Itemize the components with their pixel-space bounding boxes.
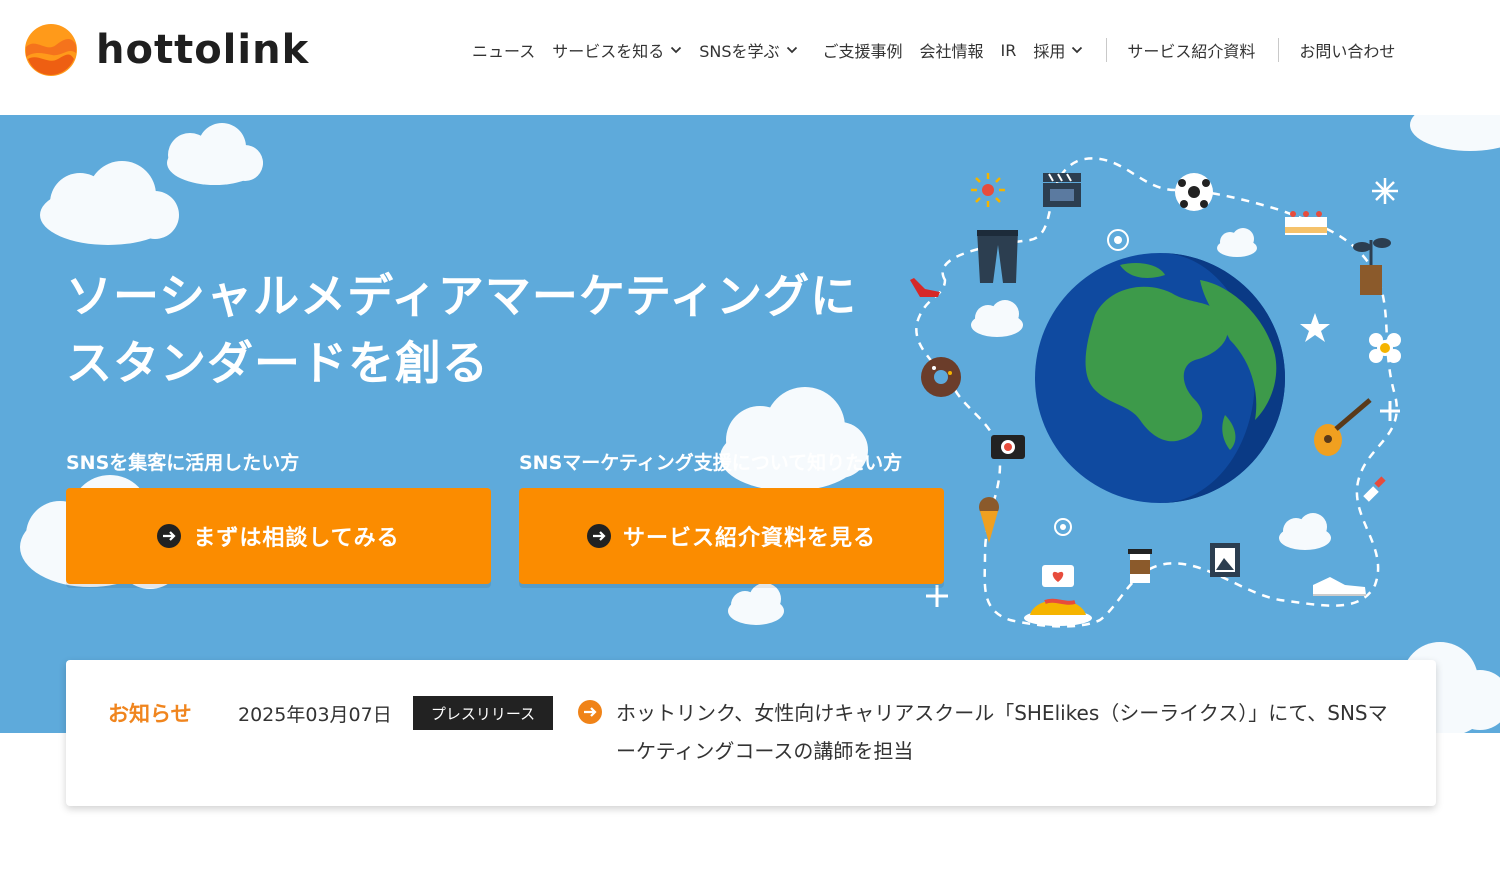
nav-item-label: SNSを学ぶ	[699, 42, 780, 61]
chevron-down-icon	[671, 46, 682, 54]
chevron-down-icon	[1072, 46, 1083, 54]
service-document-button-label: サービス紹介資料を見る	[622, 526, 876, 551]
flower-icon	[1369, 333, 1401, 363]
nav-item-label: ニュース	[472, 42, 536, 61]
sun-icon	[971, 173, 1005, 207]
cloud-icon	[971, 300, 1023, 337]
hero-illustration	[20, 115, 1500, 733]
nav-item-case-studies[interactable]: ご支援事例	[823, 38, 903, 62]
nav-item-label: サービスを知る	[552, 42, 665, 61]
nav-item-label: IR	[1000, 40, 1017, 60]
target-icon	[1107, 229, 1129, 251]
cloud-icon	[167, 123, 263, 185]
nav-divider	[1106, 38, 1108, 62]
news-date: 2025年03月07日	[238, 704, 392, 726]
cloud-icon	[20, 115, 1500, 733]
nav-divider	[1278, 38, 1280, 62]
cloud-icon	[728, 583, 784, 625]
clapperboard-icon	[1043, 173, 1081, 207]
main-nav: ニュース サービスを知る SNSを学ぶ ご支援事例 会社情報 IR 採用 サービ…	[472, 36, 1395, 64]
arrow-right-circle-icon	[157, 524, 182, 548]
cloud-icon	[1217, 228, 1257, 257]
donut-icon	[921, 357, 961, 397]
cloud-icon	[40, 161, 179, 245]
heart-bubble-icon	[1042, 565, 1074, 587]
plus-icon	[926, 585, 948, 607]
sneaker-icon	[1313, 577, 1366, 596]
nav-item-label: お問い合わせ	[1299, 42, 1396, 61]
guitar-icon	[1314, 398, 1372, 456]
nav-item-label: 採用	[1033, 42, 1066, 61]
nav-item-label: サービス紹介資料	[1127, 42, 1256, 61]
hero-title-line: ソーシャルメディアマーケティングに	[66, 269, 858, 323]
high-heel-icon	[910, 278, 940, 297]
cloud-icon	[1410, 115, 1500, 151]
nav-contact-link[interactable]: お問い合わせ	[1299, 38, 1395, 62]
hero-section: ソーシャルメディアマーケティングに スタンダードを創る SNSを集客に活用したい…	[0, 115, 1500, 733]
snowflake-icon	[1372, 178, 1398, 204]
nav-item-learn-sns[interactable]: SNSを学ぶ	[699, 38, 797, 62]
ice-cream-icon	[979, 497, 999, 543]
hero-title: ソーシャルメディアマーケティングに スタンダードを創る	[66, 263, 857, 397]
cloud-icon	[720, 387, 868, 491]
chevron-down-icon	[786, 46, 797, 54]
cake-icon	[1285, 211, 1327, 235]
service-document-button[interactable]: サービス紹介資料を見る	[519, 488, 944, 584]
plant-icon	[1353, 238, 1391, 295]
nav-item-news[interactable]: ニュース	[472, 38, 535, 62]
nav-item-recruit[interactable]: 採用	[1033, 38, 1083, 62]
consult-button[interactable]: まずは相談してみる	[66, 488, 491, 584]
pants-icon	[977, 230, 1018, 283]
nav-item-ir[interactable]: IR	[1001, 41, 1017, 60]
globe-icon	[1035, 253, 1285, 503]
arrow-right-circle-icon	[586, 524, 611, 548]
nav-item-services[interactable]: サービスを知る	[552, 38, 682, 62]
arrow-right-circle-icon	[578, 700, 602, 724]
nav-document-link[interactable]: サービス紹介資料	[1127, 38, 1255, 62]
cta-label-document: SNSマーケティング支援について知りたい方	[519, 452, 903, 474]
logo[interactable]: hottolink	[24, 22, 309, 78]
lipstick-icon	[1363, 476, 1386, 502]
camera-icon	[991, 435, 1025, 459]
news-card[interactable]: お知らせ 2025年03月07日 プレスリリース ホットリンク、女性向けキャリア…	[66, 660, 1436, 806]
hero-title-line: スタンダードを創る	[66, 336, 489, 390]
nav-item-label: ご支援事例	[822, 42, 903, 61]
logo-text: hottolink	[96, 27, 310, 73]
picture-frame-icon	[1210, 543, 1240, 577]
consult-button-label: まずは相談してみる	[193, 526, 400, 551]
nav-item-company[interactable]: 会社情報	[920, 38, 984, 62]
news-label: お知らせ	[108, 702, 192, 726]
coffee-cup-icon	[1128, 549, 1152, 583]
news-headline-link[interactable]: ホットリンク、女性向けキャリアスクール「SHElikes（シーライクス）」にて、…	[616, 694, 1406, 770]
cta-label-consult: SNSを集客に活用したい方	[66, 452, 300, 474]
nav-item-label: 会社情報	[919, 42, 984, 61]
site-header: hottolink ニュース サービスを知る SNSを学ぶ ご支援事例 会社情報…	[0, 0, 1500, 115]
logo-mark-icon	[25, 24, 77, 76]
news-category-badge: プレスリリース	[413, 696, 553, 730]
cloud-icon	[1279, 513, 1331, 550]
omurice-icon	[1024, 598, 1092, 626]
soccer-ball-icon	[1175, 173, 1213, 211]
star-icon	[1300, 313, 1330, 342]
target-icon	[1054, 518, 1072, 536]
